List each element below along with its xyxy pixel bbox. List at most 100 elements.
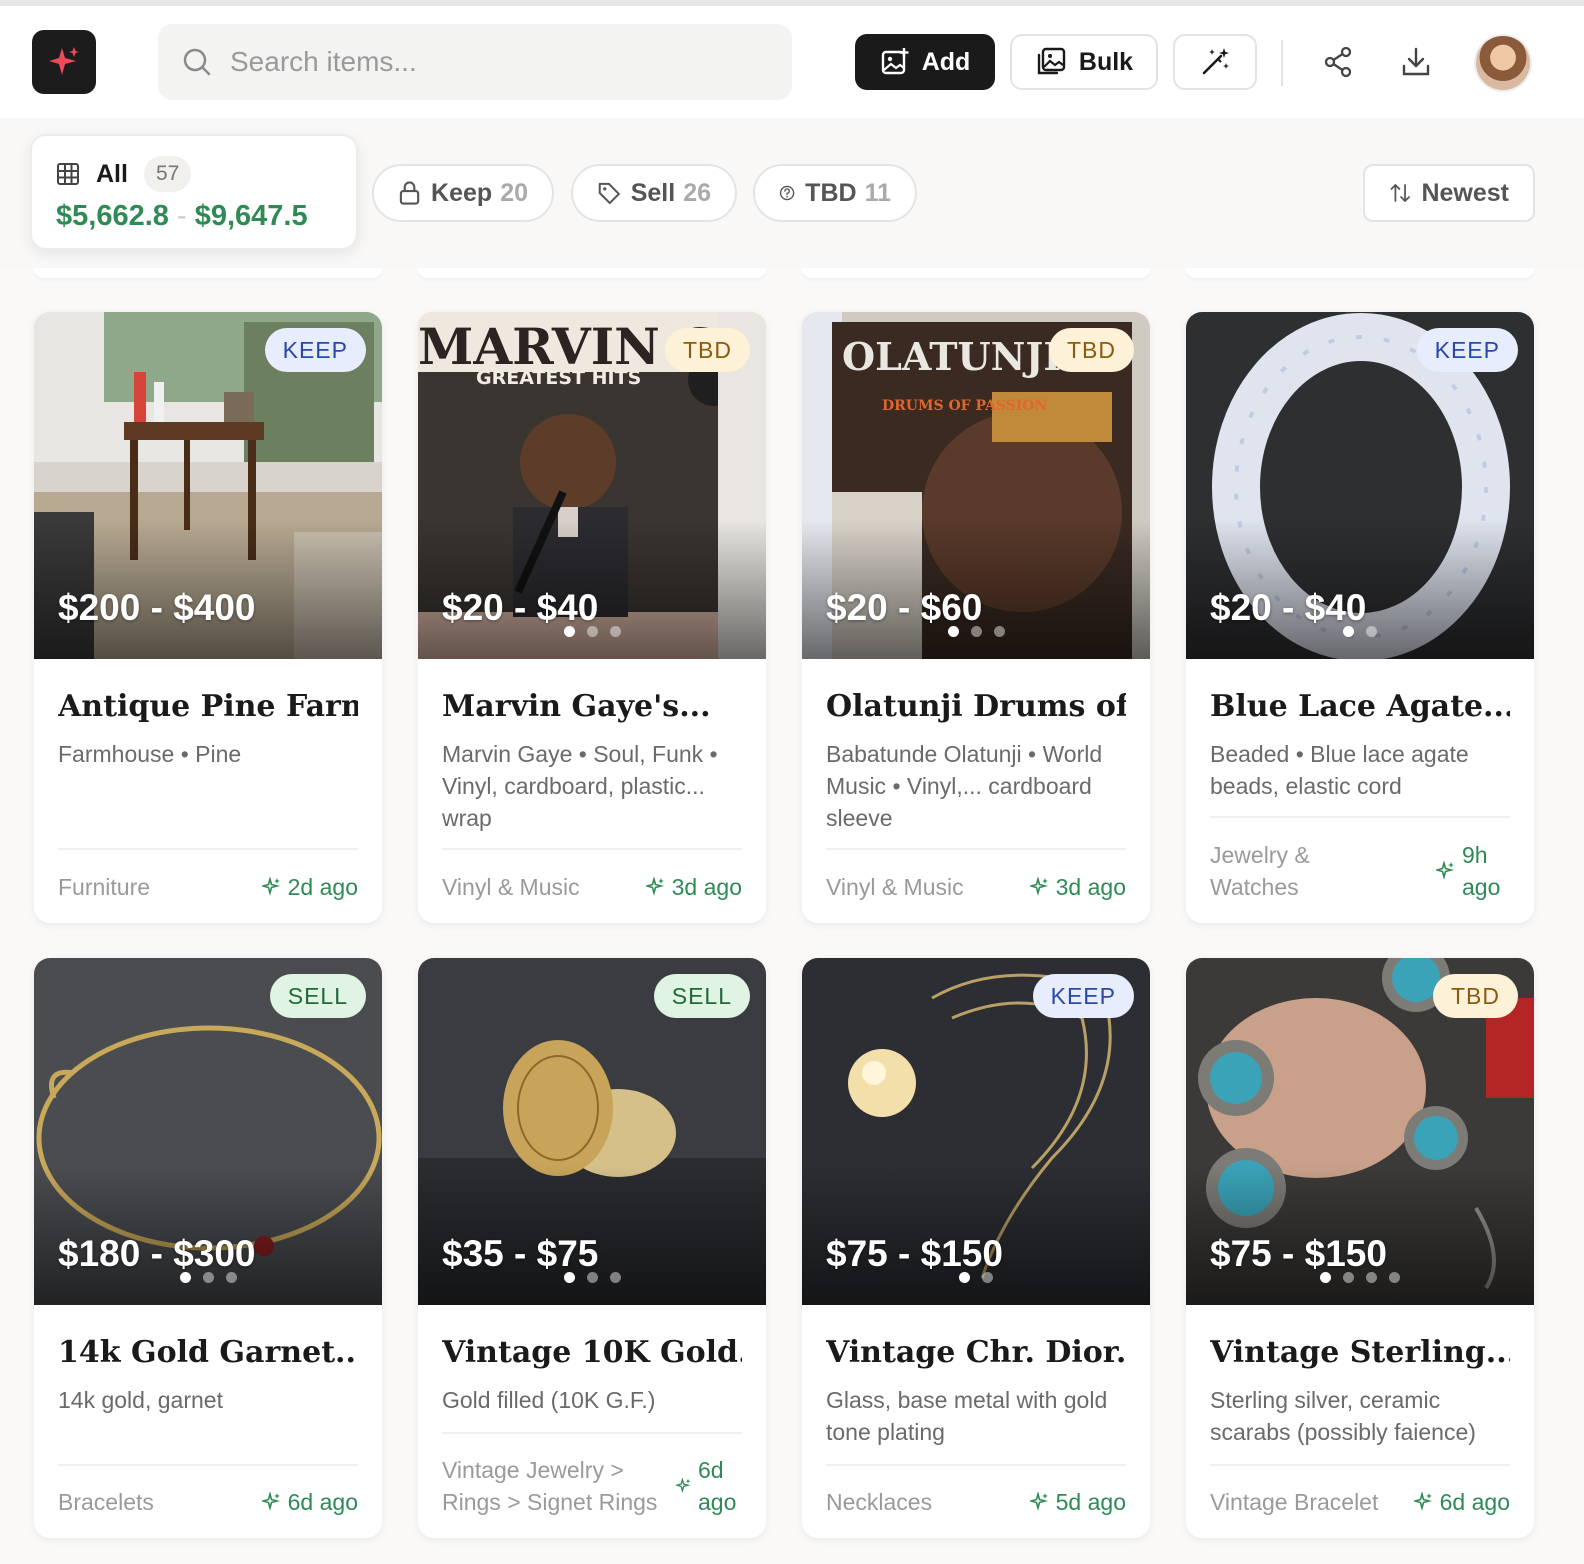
range-high: $9,647.5 <box>194 200 308 232</box>
item-age: 6d ago <box>261 1486 358 1518</box>
item-age: 3d ago <box>1029 871 1126 903</box>
magic-wand-icon <box>1202 48 1229 75</box>
share-button[interactable] <box>1320 44 1356 80</box>
carousel-dot[interactable] <box>586 626 598 637</box>
lock-icon <box>399 181 420 205</box>
sparkle-icon <box>1029 876 1048 896</box>
carousel-dot[interactable] <box>982 1272 993 1283</box>
card-footer: Necklaces 5d ago <box>826 1464 1126 1538</box>
carousel-dot[interactable] <box>1343 1272 1354 1283</box>
carousel-dot[interactable] <box>1389 1272 1400 1283</box>
filter-keep-pill[interactable]: Keep 20 <box>372 164 554 222</box>
item-photo[interactable]: SELL $35 - $75 <box>418 958 766 1305</box>
photo-carousel-dots[interactable] <box>34 1272 382 1283</box>
previous-row-card-edge <box>34 268 382 278</box>
item-card[interactable]: SELL $35 - $75 Vintage 10K Gold... Gold … <box>418 958 766 1538</box>
item-card[interactable]: KEEP $75 - $150 Vintage Chr. Dior... Gla… <box>802 958 1150 1538</box>
carousel-dot[interactable] <box>563 626 575 637</box>
bulk-button[interactable]: Bulk <box>1010 34 1158 90</box>
carousel-dot[interactable] <box>1343 626 1354 637</box>
item-title: Vintage 10K Gold... <box>442 1335 742 1370</box>
tag-icon <box>598 182 620 205</box>
price-range: $75 - $150 <box>1210 1233 1387 1274</box>
status-badge[interactable]: TBD <box>1433 974 1518 1018</box>
filter-sell-count: 26 <box>683 178 711 207</box>
photo-carousel-dots[interactable] <box>802 626 1150 637</box>
item-category: Vinyl & Music <box>442 873 580 900</box>
photo-carousel-dots[interactable] <box>418 626 766 637</box>
status-badge[interactable]: KEEP <box>1032 974 1134 1018</box>
filter-all-card[interactable]: All 57 $5,662.8 - $9,647.5 <box>30 134 358 250</box>
carousel-dot[interactable] <box>959 1272 970 1283</box>
search-input[interactable]: Search items... <box>230 46 417 78</box>
item-photo[interactable]: KEEP $200 - $400 <box>34 312 382 659</box>
status-badge[interactable]: TBD <box>1049 328 1134 372</box>
item-photo[interactable]: KEEP $75 - $150 <box>802 958 1150 1305</box>
app-logo[interactable] <box>32 30 96 94</box>
item-title: 14k Gold Garnet... <box>58 1335 358 1370</box>
photo-carousel-dots[interactable] <box>802 1272 1150 1283</box>
item-photo[interactable]: TBD $75 - $150 <box>1186 958 1534 1305</box>
item-age: 3d ago <box>645 871 742 903</box>
olatunji-sub-text: DRUMS OF PASSION <box>882 398 1048 414</box>
carousel-dot[interactable] <box>609 1272 621 1283</box>
carousel-dot[interactable] <box>970 626 982 637</box>
item-title: Vintage Chr. Dior... <box>826 1335 1126 1370</box>
item-card[interactable]: TBD $75 - $150 Vintage Sterling... Sterl… <box>1186 958 1534 1538</box>
item-photo[interactable]: OLATUNJI! DRUMS OF PASSION TBD $20 - $60 <box>802 312 1150 659</box>
search-box[interactable]: Search items... <box>158 24 792 100</box>
item-subtitle: Babatunde Olatunji • World Music • Vinyl… <box>826 741 1103 831</box>
user-avatar[interactable] <box>1474 34 1532 92</box>
status-badge[interactable]: TBD <box>665 328 750 372</box>
sort-arrows-icon <box>1390 184 1410 202</box>
card-footer: Vintage Bracelet 6d ago <box>1210 1464 1510 1538</box>
price-range: $180 - $300 <box>58 1233 256 1274</box>
status-badge[interactable]: SELL <box>269 974 366 1018</box>
carousel-dot[interactable] <box>563 1272 575 1283</box>
item-title: Olatunji Drums of... <box>826 689 1126 724</box>
carousel-dot[interactable] <box>225 1272 237 1283</box>
photo-carousel-dots[interactable] <box>1186 1272 1534 1283</box>
item-card[interactable]: KEEP $20 - $40 Blue Lace Agate... Beaded… <box>1186 312 1534 923</box>
sparkle-icon <box>261 876 280 896</box>
add-button[interactable]: Add <box>855 34 995 90</box>
status-badge[interactable]: SELL <box>653 974 750 1018</box>
carousel-dot[interactable] <box>993 626 1005 637</box>
filter-keep-label: Keep <box>431 178 493 207</box>
carousel-dot[interactable] <box>1320 1272 1331 1283</box>
item-subtitle: Glass, base metal with gold tone plating <box>826 1387 1108 1445</box>
item-card[interactable]: KEEP $200 - $400 Antique Pine Farm... Fa… <box>34 312 382 923</box>
filter-tbd-pill[interactable]: TBD 11 <box>753 164 917 222</box>
photo-carousel-dots[interactable] <box>418 1272 766 1283</box>
sparkle-icon <box>1413 1492 1432 1512</box>
carousel-dot[interactable] <box>609 626 621 637</box>
price-range: $200 - $400 <box>58 587 256 628</box>
carousel-dot[interactable] <box>586 1272 598 1283</box>
download-button[interactable] <box>1398 44 1434 80</box>
item-age-text: 6d ago <box>287 1489 358 1515</box>
item-category: Vintage Jewelry > Rings > Signet Rings <box>442 1457 658 1515</box>
price-range: $35 - $75 <box>442 1233 599 1274</box>
status-badge[interactable]: KEEP <box>264 328 366 372</box>
item-photo[interactable]: SELL $180 - $300 <box>34 958 382 1305</box>
previous-row-card-edge <box>1186 268 1534 278</box>
filter-sell-pill[interactable]: Sell 26 <box>571 164 737 222</box>
item-photo[interactable]: MARVIN GAYE GREATEST HITS TBD $20 - $40 <box>418 312 766 659</box>
carousel-dot[interactable] <box>1366 626 1377 637</box>
olatunji-title-text: OLATUNJI! <box>842 334 1078 379</box>
item-card[interactable]: SELL $180 - $300 14k Gold Garnet... 14k … <box>34 958 382 1538</box>
photo-carousel-dots[interactable] <box>1186 626 1534 637</box>
item-card[interactable]: OLATUNJI! DRUMS OF PASSION TBD $20 - $60… <box>802 312 1150 923</box>
carousel-dot[interactable] <box>179 1272 191 1283</box>
sort-button[interactable]: Newest <box>1363 164 1535 222</box>
magic-wand-button[interactable] <box>1173 34 1257 90</box>
item-photo[interactable]: KEEP $20 - $40 <box>1186 312 1534 659</box>
carousel-dot[interactable] <box>1366 1272 1377 1283</box>
status-badge[interactable]: KEEP <box>1416 328 1518 372</box>
item-card[interactable]: MARVIN GAYE GREATEST HITS TBD $20 - $40 … <box>418 312 766 923</box>
card-footer: Bracelets 6d ago <box>58 1464 358 1538</box>
download-icon <box>1402 47 1430 76</box>
carousel-dot[interactable] <box>947 626 959 637</box>
total-value-range: $5,662.8 - $9,647.5 <box>56 200 308 233</box>
carousel-dot[interactable] <box>202 1272 214 1283</box>
